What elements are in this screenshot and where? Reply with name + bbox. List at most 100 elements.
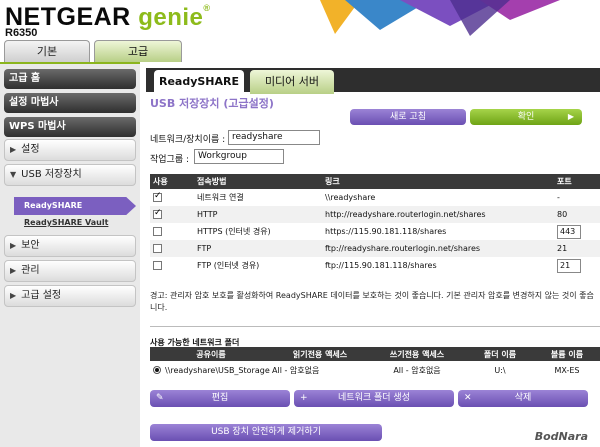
create-button-label: 네트워크 폴더 생성 xyxy=(338,393,410,403)
enable-checkbox[interactable] xyxy=(153,244,162,253)
column-header: 링크 xyxy=(322,174,554,189)
column-header: 포트 xyxy=(554,174,600,189)
sidebar-item-advanced-home[interactable]: 고급 홈 xyxy=(4,69,136,89)
edit-button[interactable]: ✎ 편집 xyxy=(150,390,290,407)
model-name: R6350 xyxy=(5,27,38,39)
sidebar-item-advanced-setup[interactable]: ▶ 고급 설정 xyxy=(4,285,136,307)
workgroup-input[interactable]: Workgroup xyxy=(194,149,284,164)
method-cell: 네트워크 연결 xyxy=(197,193,244,202)
header: NETGEAR genie® R6350 기본 고급 xyxy=(0,0,600,62)
expand-arrow-icon: ▶ xyxy=(10,241,17,250)
method-cell: FTP (인터넷 경유) xyxy=(197,261,260,270)
access-method-table: 사용 접속방법 링크 포트 네트워크 연결 \\readyshare - HTTPht… xyxy=(150,174,600,274)
tab-media-server[interactable]: 미디어 서버 xyxy=(250,70,334,94)
table-header-row: 사용 접속방법 링크 포트 xyxy=(150,174,600,189)
collapse-arrow-icon: ▼ xyxy=(10,170,17,179)
share-name-cell[interactable]: \\readyshare\USB_Storage xyxy=(150,361,272,379)
table-row[interactable]: \\readyshare\USB_Storage All - 암호없음 All … xyxy=(150,361,600,379)
plus-icon: + xyxy=(300,393,308,403)
table-row: FTP (인터넷 경유) ftp://115.90.181.118/shares 2… xyxy=(150,257,600,274)
port-input[interactable]: 443 xyxy=(557,224,581,239)
delete-button-label: 삭제 xyxy=(514,393,532,403)
warning-text: 경고: 관리자 암호 보호를 활성화하여 ReadySHARE 데이터를 보호하… xyxy=(150,291,594,312)
enable-cell xyxy=(150,223,194,240)
column-header: 공유이름 xyxy=(150,347,272,361)
column-header: 읽기전용 액세스 xyxy=(272,347,368,361)
sidebar-item-administration[interactable]: ▶ 관리 xyxy=(4,260,136,282)
method-cell: HTTPS (인터넷 경유) xyxy=(197,227,271,236)
sidebar-item-setup[interactable]: ▶ 설정 xyxy=(4,139,136,161)
enable-cell xyxy=(150,189,194,206)
write-access-cell: All - 암호없음 xyxy=(393,365,441,375)
sidebar-item-usb-storage[interactable]: ▼ USB 저장장치 xyxy=(4,164,136,186)
sub-tab-bar: ReadySHARE 미디어 서버 xyxy=(146,68,600,94)
link-cell: ftp://readyshare.routerlogin.net/shares xyxy=(322,240,554,257)
delete-button[interactable]: ✕ 삭제 xyxy=(458,390,588,407)
enable-cell xyxy=(150,240,194,257)
close-icon: ✕ xyxy=(464,393,472,403)
table-row: FTP ftp://readyshare.routerlogin.net/shar… xyxy=(150,240,600,257)
folder-radio[interactable] xyxy=(153,366,161,374)
column-header: 사용 xyxy=(150,174,194,189)
arrow-right-icon: ▶ xyxy=(567,112,574,121)
watermark-text: BodNara xyxy=(534,430,588,443)
port-cell: 21 xyxy=(554,257,600,274)
column-header: 쓰기전용 액세스 xyxy=(368,347,466,361)
read-access-cell: All - 암호없음 xyxy=(272,365,320,375)
sidebar-item-label: 보안 xyxy=(21,240,40,251)
enable-checkbox[interactable] xyxy=(153,261,162,270)
method-cell: FTP xyxy=(194,240,322,257)
sidebar-item-label: 고급 설정 xyxy=(21,290,62,301)
folder-name-cell: U:\ xyxy=(494,365,506,375)
port-cell: 80 xyxy=(554,206,600,223)
refresh-button[interactable]: 새로 고침 xyxy=(350,109,466,125)
create-network-folder-button[interactable]: + 네트워크 폴더 생성 xyxy=(294,390,454,407)
tab-basic[interactable]: 기본 xyxy=(4,40,90,62)
enable-checkbox[interactable] xyxy=(153,191,162,202)
column-header: 볼륨 이름 xyxy=(534,347,600,361)
header-decoration-graphic xyxy=(320,0,560,36)
expand-arrow-icon: ▶ xyxy=(10,145,17,154)
link-cell: https://115.90.181.118/shares xyxy=(325,227,447,236)
volume-name-cell: MX-ES xyxy=(554,365,580,375)
expand-arrow-icon: ▶ xyxy=(10,266,17,275)
link-cell: ftp://115.90.181.118/shares xyxy=(325,261,437,270)
network-name-input[interactable]: readyshare xyxy=(228,130,320,145)
enable-checkbox[interactable] xyxy=(153,227,162,236)
sidebar-item-security[interactable]: ▶ 보안 xyxy=(4,235,136,257)
sidebar-item-wps-wizard[interactable]: WPS 마법사 xyxy=(4,117,136,137)
link-cell: \\readyshare xyxy=(325,193,376,202)
sidebar-subitem-readyshare-vault[interactable]: ReadySHARE Vault xyxy=(24,218,108,227)
tab-readyshare[interactable]: ReadySHARE xyxy=(154,70,244,94)
table-row: HTTPhttp://readyshare.routerlogin.net/sh… xyxy=(150,206,600,223)
enable-checkbox[interactable] xyxy=(153,208,162,219)
share-name: \\readyshare\USB_Storage xyxy=(165,365,270,375)
table-header-row: 공유이름 읽기전용 액세스 쓰기전용 액세스 폴더 이름 볼륨 이름 xyxy=(150,347,600,361)
enable-cell xyxy=(150,206,194,223)
pencil-icon: ✎ xyxy=(156,393,164,403)
safely-remove-usb-button[interactable]: USB 장치 안전하게 제거하기 xyxy=(150,424,382,441)
product-name: genie xyxy=(138,4,204,31)
sidebar-item-setup-wizard[interactable]: 설정 마법사 xyxy=(4,93,136,113)
apply-button[interactable]: 확인 ▶ xyxy=(470,109,582,125)
apply-button-label: 확인 xyxy=(517,112,535,122)
column-header: 접속방법 xyxy=(194,174,322,189)
port-cell: - xyxy=(557,193,560,202)
sidebar: 고급 홈 설정 마법사 WPS 마법사 ▶ 설정 ▼ USB 저장장치 ReadyS… xyxy=(0,62,140,447)
link-cell: http://readyshare.routerlogin.net/shares xyxy=(322,206,554,223)
workgroup-label: 작업그룹 : xyxy=(150,155,190,165)
sidebar-item-label: 관리 xyxy=(21,265,40,276)
enable-cell xyxy=(150,257,194,274)
port-input[interactable]: 21 xyxy=(557,258,581,273)
divider xyxy=(150,326,600,327)
network-folder-table: 공유이름 읽기전용 액세스 쓰기전용 액세스 폴더 이름 볼륨 이름 \\rea… xyxy=(150,347,600,379)
page-title: USB 저장장치 (고급설정) xyxy=(150,97,274,110)
port-cell: 21 xyxy=(554,240,600,257)
method-cell: HTTP xyxy=(194,206,322,223)
network-name-label: 네트워크/장치이름 : xyxy=(150,135,226,145)
column-header: 폴더 이름 xyxy=(466,347,534,361)
sidebar-item-label: 설정 xyxy=(21,144,40,155)
sidebar-subitem-readyshare[interactable]: ReadySHARE xyxy=(14,197,136,215)
registered-mark: ® xyxy=(203,3,211,13)
tab-advanced[interactable]: 고급 xyxy=(94,40,182,62)
